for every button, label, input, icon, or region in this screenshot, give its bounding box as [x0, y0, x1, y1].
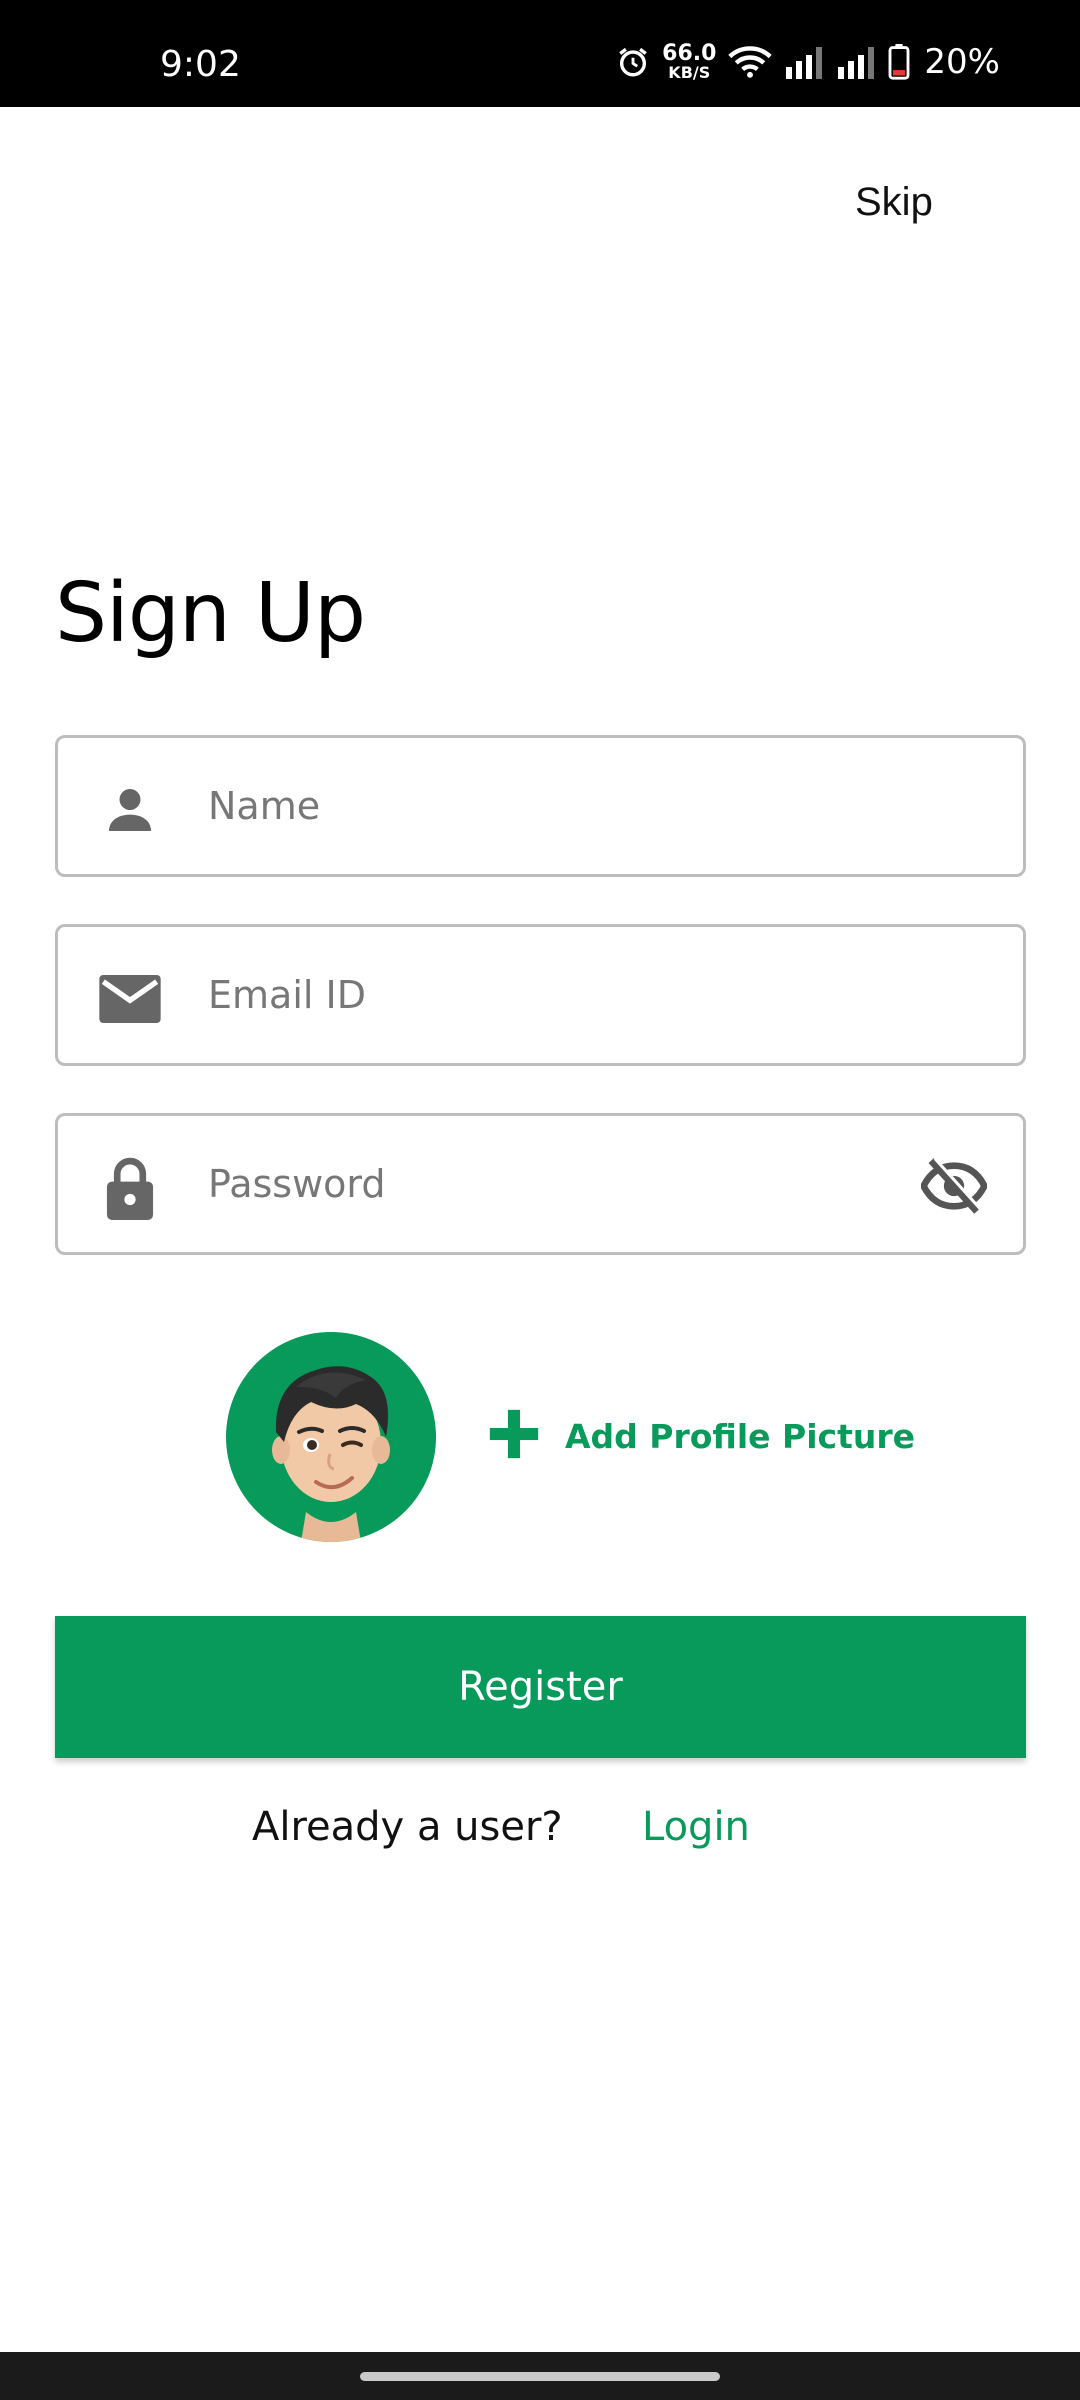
net-speed: 66.0 KB/S [662, 43, 716, 81]
net-speed-value: 66.0 [662, 41, 717, 66]
wifi-icon [728, 45, 773, 79]
navigation-bar [0, 2352, 1080, 2400]
add-profile-picture-button[interactable]: Add Profile Picture [485, 1405, 915, 1468]
signal-icon [784, 45, 824, 79]
status-time: 9:02 [160, 44, 241, 85]
login-link[interactable]: Login [642, 1804, 750, 1850]
password-input[interactable] [208, 1116, 928, 1252]
status-bar: 9:02 66.0 KB/S 20% [0, 0, 1080, 107]
skip-button[interactable]: Skip [855, 180, 933, 225]
signal-icon [836, 45, 876, 79]
memoji-avatar [272, 1366, 390, 1542]
status-icons: 66.0 KB/S 20% [616, 42, 1000, 82]
email-input[interactable] [208, 927, 928, 1063]
mail-icon [98, 967, 162, 1031]
person-icon [98, 778, 162, 842]
lock-icon [98, 1156, 162, 1220]
name-input[interactable] [208, 738, 928, 874]
add-profile-picture-label: Add Profile Picture [565, 1417, 916, 1456]
register-button[interactable]: Register [55, 1616, 1026, 1758]
plus-icon [485, 1405, 543, 1468]
already-user-text: Already a user? [252, 1804, 563, 1850]
alarm-icon [616, 45, 650, 79]
eye-off-icon[interactable] [919, 1154, 989, 1218]
home-gesture-handle[interactable] [360, 2372, 720, 2381]
battery-icon [888, 44, 910, 80]
avatar[interactable] [226, 1332, 436, 1542]
email-field[interactable] [55, 924, 1026, 1066]
battery-percent: 20% [924, 42, 1000, 82]
password-field[interactable] [55, 1113, 1026, 1255]
name-field[interactable] [55, 735, 1026, 877]
net-speed-unit: KB/S [668, 63, 711, 82]
page-title: Sign Up [55, 566, 366, 661]
